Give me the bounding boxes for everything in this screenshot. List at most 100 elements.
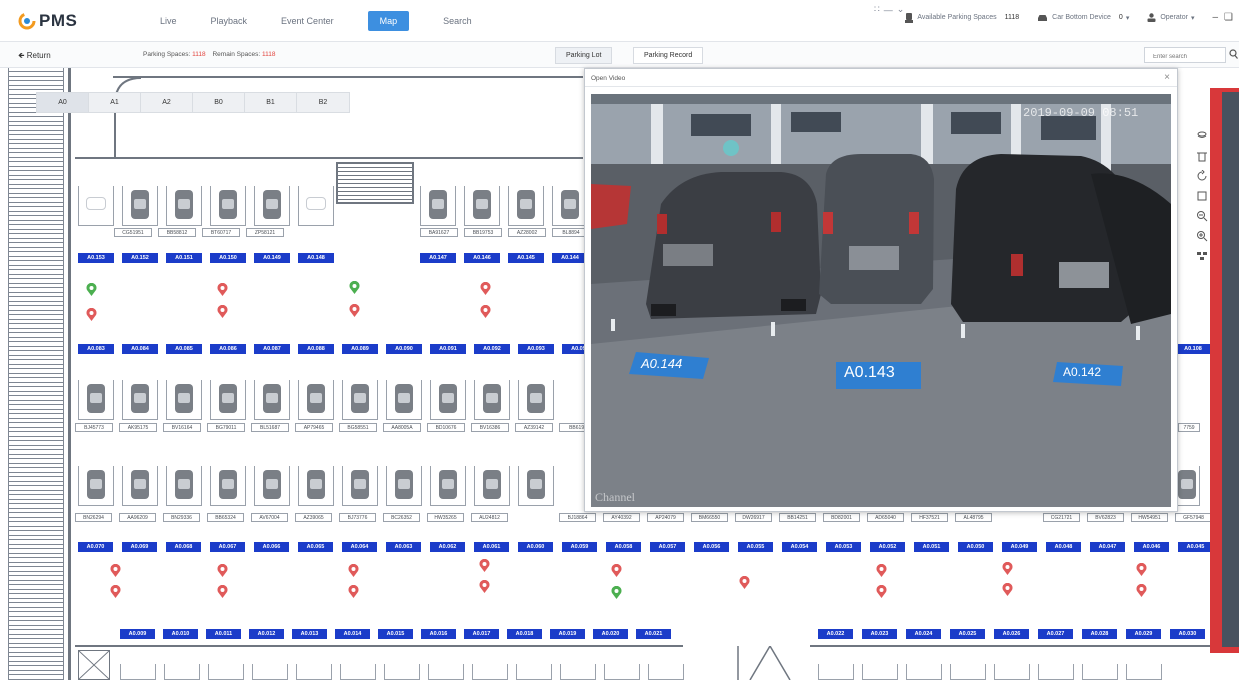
slot-label[interactable]: A0.009	[120, 629, 155, 639]
restore-window-icon[interactable]: ❏	[1224, 12, 1233, 23]
camera-marker-alarm-icon[interactable]	[110, 564, 121, 577]
parking-spot[interactable]	[464, 186, 500, 226]
zoom-out-icon[interactable]	[1196, 210, 1208, 222]
camera-marker-alarm-icon[interactable]	[611, 564, 622, 577]
slot-label[interactable]: A0.067	[210, 542, 245, 552]
return-button[interactable]: 🡸 Return	[18, 50, 51, 64]
parking-spot[interactable]	[420, 186, 456, 226]
slot-label[interactable]: A0.016	[421, 629, 456, 639]
parking-spot[interactable]	[1038, 664, 1074, 680]
layers-icon[interactable]	[1196, 130, 1208, 142]
parking-spot[interactable]	[254, 380, 290, 420]
slot-label[interactable]: A0.054	[782, 542, 817, 552]
slot-label[interactable]: A0.010	[163, 629, 198, 639]
hierarchy-icon[interactable]	[1196, 250, 1208, 262]
camera-marker-alarm-icon[interactable]	[348, 564, 359, 577]
camera-marker-alarm-icon[interactable]	[739, 576, 750, 589]
parking-spot[interactable]	[340, 664, 376, 680]
slot-label[interactable]: A0.147	[420, 253, 456, 263]
parking-spot[interactable]	[78, 466, 114, 506]
close-icon[interactable]: ×	[1164, 72, 1170, 83]
slot-label[interactable]: A0.148	[298, 253, 334, 263]
slot-label[interactable]: A0.025	[950, 629, 985, 639]
camera-marker-alarm-icon[interactable]	[876, 585, 887, 598]
parking-spot[interactable]	[78, 380, 114, 420]
parking-spot[interactable]	[342, 466, 378, 506]
parking-spot[interactable]	[210, 380, 246, 420]
slot-label[interactable]: A0.091	[430, 344, 466, 354]
slot-label[interactable]: A0.021	[636, 629, 671, 639]
slot-label[interactable]: A0.024	[906, 629, 941, 639]
minimize-bar-icon[interactable]: —	[884, 5, 893, 15]
parking-spot[interactable]	[122, 186, 158, 226]
slot-label[interactable]: A0.057	[650, 542, 685, 552]
zoom-in-icon[interactable]	[1196, 230, 1208, 242]
parking-spot[interactable]	[474, 466, 510, 506]
grid-layout-icon[interactable]: ∷	[874, 4, 880, 15]
camera-marker-alarm-icon[interactable]	[1002, 583, 1013, 596]
slot-label[interactable]: A0.068	[166, 542, 201, 552]
parking-spot[interactable]	[508, 186, 544, 226]
fit-screen-icon[interactable]	[1196, 190, 1208, 202]
slot-label[interactable]: A0.061	[474, 542, 509, 552]
camera-marker-alarm-icon[interactable]	[349, 304, 360, 317]
slot-label[interactable]: A0.063	[386, 542, 421, 552]
slot-label[interactable]: A0.051	[914, 542, 949, 552]
camera-marker-alarm-icon[interactable]	[110, 585, 121, 598]
camera-marker-online-icon[interactable]	[86, 283, 97, 296]
slot-label[interactable]: A0.013	[292, 629, 327, 639]
search-icon[interactable]	[1229, 49, 1238, 59]
parking-spot[interactable]	[604, 664, 640, 680]
slot-label[interactable]: A0.050	[958, 542, 993, 552]
slot-label[interactable]: A0.146	[464, 253, 500, 263]
chevron-down-icon[interactable]: ⌄	[897, 4, 905, 15]
slot-label[interactable]: A0.022	[818, 629, 853, 639]
video-frame[interactable]: A0.144 A0.143 A0.142 2019-09-09 08:51 Ch…	[591, 94, 1171, 507]
slot-label[interactable]: A0.046	[1134, 542, 1169, 552]
slot-label[interactable]: A0.070	[78, 542, 113, 552]
slot-label[interactable]: A0.086	[210, 344, 246, 354]
slot-label[interactable]: A0.090	[386, 344, 422, 354]
parking-spot[interactable]	[386, 380, 422, 420]
slot-label[interactable]: A0.066	[254, 542, 289, 552]
slot-label[interactable]: A0.023	[862, 629, 897, 639]
parking-spot[interactable]	[296, 664, 332, 680]
parking-spot[interactable]	[298, 186, 334, 226]
floor-tab-b0[interactable]: B0	[193, 93, 245, 112]
floor-tab-a0[interactable]: A0	[37, 93, 89, 112]
parking-spot[interactable]	[474, 380, 510, 420]
slot-label[interactable]: A0.055	[738, 542, 773, 552]
parking-spot[interactable]	[208, 664, 244, 680]
delete-icon[interactable]	[1196, 150, 1208, 162]
parking-spot[interactable]	[518, 380, 554, 420]
slot-label[interactable]: A0.018	[507, 629, 542, 639]
slot-label[interactable]: A0.053	[826, 542, 861, 552]
parking-spot[interactable]	[862, 664, 898, 680]
slot-label[interactable]: A0.087	[254, 344, 290, 354]
slot-label[interactable]: A0.027	[1038, 629, 1073, 639]
parking-spot[interactable]	[648, 664, 684, 680]
parking-spot[interactable]	[1082, 664, 1118, 680]
camera-marker-alarm-icon[interactable]	[217, 564, 228, 577]
parking-spot[interactable]	[560, 664, 596, 680]
parking-spot[interactable]	[518, 466, 554, 506]
parking-spot[interactable]	[430, 380, 466, 420]
parking-spot[interactable]	[472, 664, 508, 680]
parking-spot[interactable]	[384, 664, 420, 680]
camera-marker-alarm-icon[interactable]	[1002, 562, 1013, 575]
slot-label[interactable]: A0.153	[78, 253, 114, 263]
parking-spot[interactable]	[818, 664, 854, 680]
slot-label[interactable]: A0.060	[518, 542, 553, 552]
parking-spot[interactable]	[1126, 664, 1162, 680]
slot-label[interactable]: A0.026	[994, 629, 1029, 639]
tab-parking-record[interactable]: Parking Record	[633, 47, 704, 64]
slot-label[interactable]: A0.052	[870, 542, 905, 552]
operator-menu[interactable]: Operator ▾	[1147, 13, 1194, 22]
slot-label[interactable]: A0.149	[254, 253, 290, 263]
camera-marker-online-icon[interactable]	[349, 281, 360, 294]
camera-marker-alarm-icon[interactable]	[86, 308, 97, 321]
slot-label[interactable]: A0.069	[122, 542, 157, 552]
parking-spot[interactable]	[166, 380, 202, 420]
slot-label[interactable]: A0.152	[122, 253, 158, 263]
car-bottom-device[interactable]: Car Bottom Device 0 ▾	[1037, 14, 1129, 22]
